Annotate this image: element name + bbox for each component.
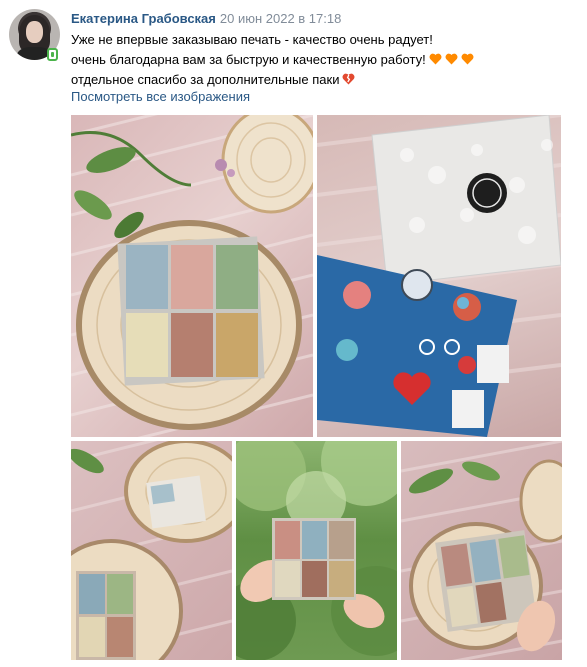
orange-heart-icon (429, 53, 442, 65)
post-text-line: очень благодарна вам за быструю и качест… (71, 50, 571, 70)
broken-heart-icon (342, 73, 355, 85)
online-mobile-icon (47, 48, 58, 61)
post-date[interactable]: 20 июн 2022 в 17:18 (220, 11, 341, 26)
post-text-line: отдельное спасибо за дополнительные паки (71, 70, 571, 90)
post-header: Екатерина Грабовская 20 июн 2022 в 17:18 (71, 10, 341, 27)
photo-prints-small-2[interactable] (401, 441, 562, 660)
photo-prints-small-1[interactable] (71, 441, 232, 660)
orange-heart-icon (445, 53, 458, 65)
photo-wood-slice-prints[interactable] (71, 115, 313, 437)
wall-post: Екатерина Грабовская 20 июн 2022 в 17:18 … (0, 0, 587, 667)
author-name[interactable]: Екатерина Грабовская (71, 11, 216, 26)
post-text-line: Уже не впервые заказываю печать - качест… (71, 32, 433, 47)
photo-sticker-sheet[interactable] (317, 115, 561, 437)
orange-heart-icon (461, 53, 474, 65)
post-text: Уже не впервые заказываю печать - качест… (71, 30, 571, 90)
photo-prints-in-hand[interactable] (236, 441, 397, 660)
show-all-images-link[interactable]: Посмотреть все изображения (71, 88, 250, 105)
